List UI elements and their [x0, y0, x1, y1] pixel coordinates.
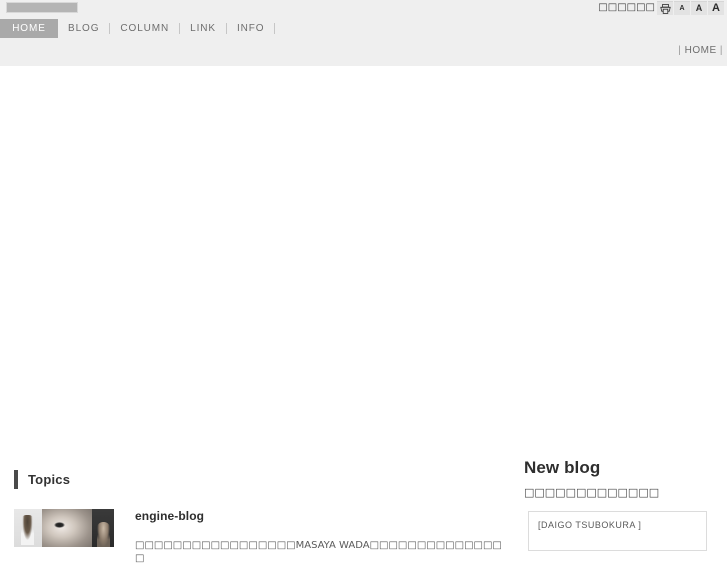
topic-thumbnail-image	[92, 509, 114, 547]
topics-heading: Topics	[14, 468, 510, 490]
section-accent-bar	[14, 469, 18, 489]
nav-item-info[interactable]: INFO	[227, 19, 275, 38]
topic-title[interactable]: engine-blog	[135, 509, 510, 523]
nav-item-blog[interactable]: BLOG	[58, 19, 109, 38]
main-content-area	[0, 66, 727, 446]
new-blog-section: New blog □□□□□□□□□□□□□ [DAIGO TSUBOKURA …	[524, 446, 724, 551]
topics-section: Topics engine-blog □□□□□□□□□□□□□□□□□MASA…	[0, 446, 510, 565]
font-size-large-button[interactable]: A	[708, 1, 724, 15]
topic-description: □□□□□□□□□□□□□□□□□MASAYA WADA□□□□□□□□□□□□…	[135, 540, 502, 564]
site-logo[interactable]	[6, 2, 78, 13]
site-header: □□□□□□ A A A HOME BLOG COLUMN LINK INFO …	[0, 0, 727, 66]
new-blog-entry[interactable]: [DAIGO TSUBOKURA ]	[538, 520, 697, 530]
new-blog-subtitle: □□□□□□□□□□□□□	[524, 486, 660, 499]
topic-text-block: engine-blog □□□□□□□□□□□□□□□□□MASAYA WADA…	[135, 509, 510, 565]
utility-toolbar: □□□□□□ A A A	[598, 1, 724, 15]
topics-title: Topics	[28, 471, 71, 487]
topic-thumbnail-image	[42, 509, 92, 547]
nav-separator	[274, 23, 276, 34]
font-size-small-button[interactable]: A	[674, 1, 690, 15]
topic-thumbnail-group[interactable]	[14, 509, 114, 547]
breadcrumb: | HOME |	[678, 45, 723, 56]
new-blog-title: New blog	[524, 458, 601, 477]
breadcrumb-left-pipe: |	[678, 45, 682, 56]
font-size-medium-button[interactable]: A	[691, 1, 707, 15]
nav-item-column[interactable]: COLUMN	[110, 19, 179, 38]
nav-item-home[interactable]: HOME	[0, 19, 58, 38]
printer-icon	[659, 3, 671, 14]
breadcrumb-right-pipe: |	[719, 45, 723, 56]
nav-item-link[interactable]: LINK	[180, 19, 226, 38]
main-navigation: HOME BLOG COLUMN LINK INFO	[0, 19, 276, 38]
topic-item[interactable]: engine-blog □□□□□□□□□□□□□□□□□MASAYA WADA…	[14, 509, 510, 565]
new-blog-entry-box: [DAIGO TSUBOKURA ]	[528, 511, 707, 551]
topic-thumbnail-image	[14, 509, 42, 547]
breadcrumb-item-home[interactable]: HOME	[685, 45, 717, 56]
utility-label: □□□□□□	[598, 2, 655, 13]
print-button[interactable]	[657, 1, 673, 15]
